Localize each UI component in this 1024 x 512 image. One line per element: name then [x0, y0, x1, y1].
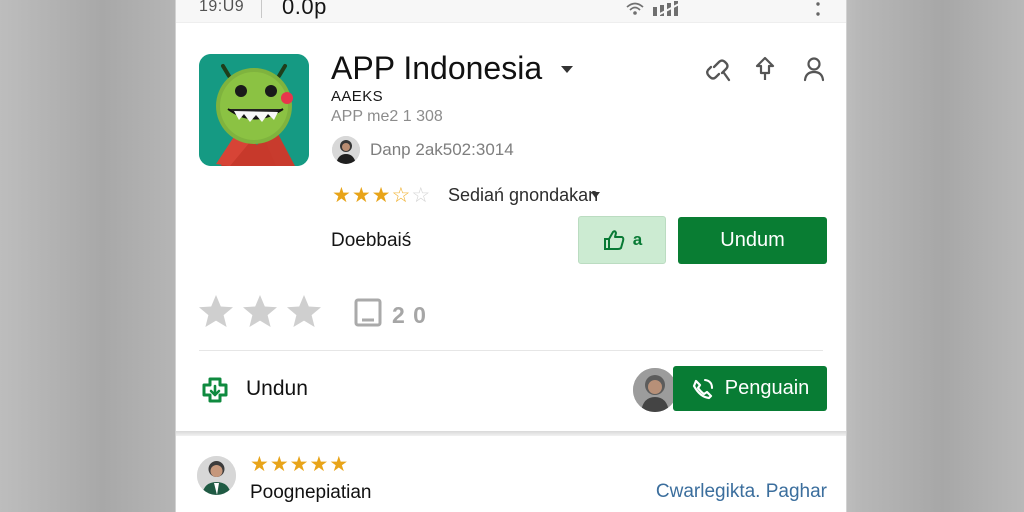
star-icon: ★	[332, 184, 351, 207]
rating-label[interactable]: Sediań gnondakan	[448, 185, 598, 206]
account-icon[interactable]	[800, 55, 828, 83]
section-divider	[199, 350, 823, 351]
publisher-avatar	[332, 136, 360, 164]
thumb-up-icon	[603, 230, 625, 250]
title-dropdown-icon[interactable]	[560, 63, 574, 75]
review-rating-stars: ★ ★ ★ ★ ★	[250, 453, 349, 476]
android-mascot-icon	[199, 54, 309, 166]
review-count: 2 0	[392, 302, 427, 328]
star-icon: ★	[371, 184, 391, 207]
secondary-action-label: a	[632, 230, 643, 249]
app-logo	[199, 54, 309, 166]
status-clock: 0.0p	[282, 0, 327, 19]
play-store-app-page: 19:U9 0.0p APP Indonesia AAEKS APP me2 1…	[176, 0, 846, 512]
empty-star-icon: ☆	[411, 184, 431, 207]
follow-avatar	[633, 368, 677, 412]
app-description: Doebbaiś	[331, 230, 412, 251]
publisher-line: Danp 2ak502:3014	[370, 140, 514, 159]
star-icon: ★	[289, 453, 309, 476]
person-avatar-icon	[197, 456, 236, 495]
more-vertical-icon[interactable]	[814, 1, 822, 17]
half-star-icon: ☆	[391, 184, 411, 207]
person-avatar-icon	[332, 136, 360, 164]
star-icon: ★	[351, 184, 371, 207]
rate-star-icon[interactable]	[285, 292, 323, 330]
review-section-divider	[176, 431, 846, 436]
signal-icon	[653, 1, 684, 16]
star-icon: ★	[269, 453, 289, 476]
person-avatar-icon	[633, 368, 677, 412]
star-icon: ★	[309, 453, 329, 476]
status-divider	[261, 0, 262, 18]
rate-this-app-stars[interactable]	[197, 292, 323, 330]
rate-star-icon[interactable]	[241, 292, 279, 330]
install-app-icon	[202, 377, 228, 403]
thumb-up-button[interactable]: a	[578, 216, 666, 264]
status-left-text: 19:U9	[199, 0, 245, 15]
reviewer-avatar	[197, 456, 236, 495]
share-icon[interactable]	[704, 55, 732, 83]
star-icon: ★	[329, 453, 349, 476]
app-title: APP Indonesia	[331, 50, 543, 86]
review-box-icon[interactable]	[354, 298, 382, 328]
status-bar: 19:U9 0.0p	[176, 0, 846, 23]
developer-name[interactable]: AAEKS	[331, 88, 383, 105]
rating-dropdown-icon[interactable]	[590, 190, 601, 199]
review-link[interactable]: Cwarlegikta. Paghar	[656, 481, 827, 503]
install-button[interactable]: Undum	[678, 217, 827, 264]
install-row-label[interactable]: Undun	[246, 377, 308, 401]
call-icon	[692, 378, 713, 399]
star-icon: ★	[250, 453, 269, 476]
wifi-icon	[626, 2, 644, 15]
app-rating-stars: ★ ★ ★ ☆ ☆	[332, 184, 431, 207]
review-title: Poognepiatian	[250, 482, 372, 503]
follow-button-label: Penguain	[724, 377, 810, 399]
app-meta: APP me2 1 308	[331, 108, 443, 125]
rate-star-icon[interactable]	[197, 292, 235, 330]
follow-button[interactable]: Penguain	[673, 366, 827, 411]
pin-icon[interactable]	[751, 55, 779, 83]
